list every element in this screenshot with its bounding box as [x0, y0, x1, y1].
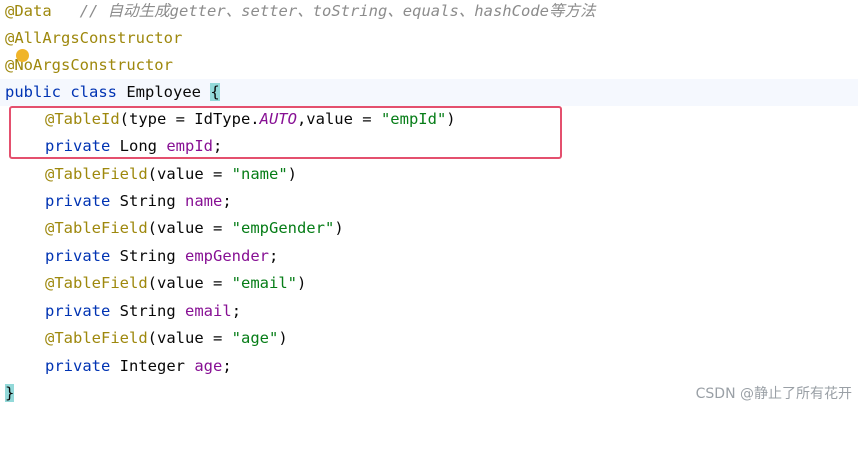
- annotation: @NoArgsConstructor: [5, 56, 173, 74]
- code-editor[interactable]: @Data // 自动生成getter、setter、toString、equa…: [0, 0, 858, 410]
- matched-brace: {: [210, 83, 220, 101]
- code-line-14[interactable]: private Integer age;: [0, 353, 858, 380]
- type-name: String: [119, 192, 176, 210]
- matched-brace: }: [5, 384, 15, 402]
- keyword: public class: [5, 83, 117, 101]
- semicolon: ;: [231, 302, 242, 320]
- keyword: private: [45, 357, 111, 375]
- class-name: Employee: [126, 83, 201, 101]
- code-line-2[interactable]: @AllArgsConstructor: [0, 25, 858, 52]
- semicolon: ;: [269, 247, 279, 265]
- annotation: @TableField: [45, 329, 148, 347]
- code-line-4[interactable]: public class Employee {: [0, 79, 858, 106]
- field-name: email: [185, 302, 232, 320]
- code-line-9[interactable]: @TableField(value = "empGender"): [0, 215, 858, 242]
- annotation: @TableField: [45, 274, 148, 292]
- string-literal: "empGender": [231, 219, 335, 237]
- code-text: (value =: [147, 329, 232, 347]
- field-name: empGender: [185, 247, 270, 265]
- field-name: age: [194, 357, 223, 375]
- code-text: ): [296, 274, 307, 292]
- code-line-3[interactable]: @NoArgsConstructor: [0, 52, 858, 79]
- keyword: private: [45, 192, 111, 210]
- code-line-11[interactable]: @TableField(value = "email"): [0, 270, 858, 297]
- annotation: @TableField: [45, 165, 148, 183]
- highlight-box: [9, 106, 562, 159]
- code-line-13[interactable]: @TableField(value = "age"): [0, 325, 858, 352]
- code-text: ): [334, 219, 344, 237]
- annotation: @TableField: [45, 219, 148, 237]
- field-name: name: [185, 192, 223, 210]
- annotation: @AllArgsConstructor: [5, 29, 183, 47]
- code-text: ): [287, 165, 297, 183]
- keyword: private: [45, 302, 111, 320]
- code-line-10[interactable]: private String empGender;: [0, 243, 858, 270]
- annotation: @Data: [5, 2, 52, 20]
- code-line-8[interactable]: private String name;: [0, 188, 858, 215]
- code-text: (value =: [147, 274, 232, 292]
- intention-bulb-icon[interactable]: [16, 49, 29, 62]
- type-name: String: [119, 302, 176, 320]
- string-literal: "name": [231, 165, 288, 183]
- type-name: Integer: [119, 357, 185, 375]
- code-text: (value =: [147, 165, 232, 183]
- string-literal: "age": [231, 329, 279, 347]
- watermark: CSDN @静止了所有花开: [695, 386, 852, 402]
- code-comment: // 自动生成getter、setter、toString、equals、has…: [79, 2, 596, 20]
- semicolon: ;: [222, 192, 232, 210]
- code-text: (value =: [147, 219, 232, 237]
- code-line-1[interactable]: @Data // 自动生成getter、setter、toString、equa…: [0, 0, 858, 25]
- string-literal: "email": [231, 274, 297, 292]
- keyword: private: [45, 247, 111, 265]
- code-text: ): [278, 329, 288, 347]
- type-name: String: [119, 247, 176, 265]
- code-line-12[interactable]: private String email;: [0, 298, 858, 325]
- code-line-7[interactable]: @TableField(value = "name"): [0, 161, 858, 188]
- semicolon: ;: [222, 357, 232, 375]
